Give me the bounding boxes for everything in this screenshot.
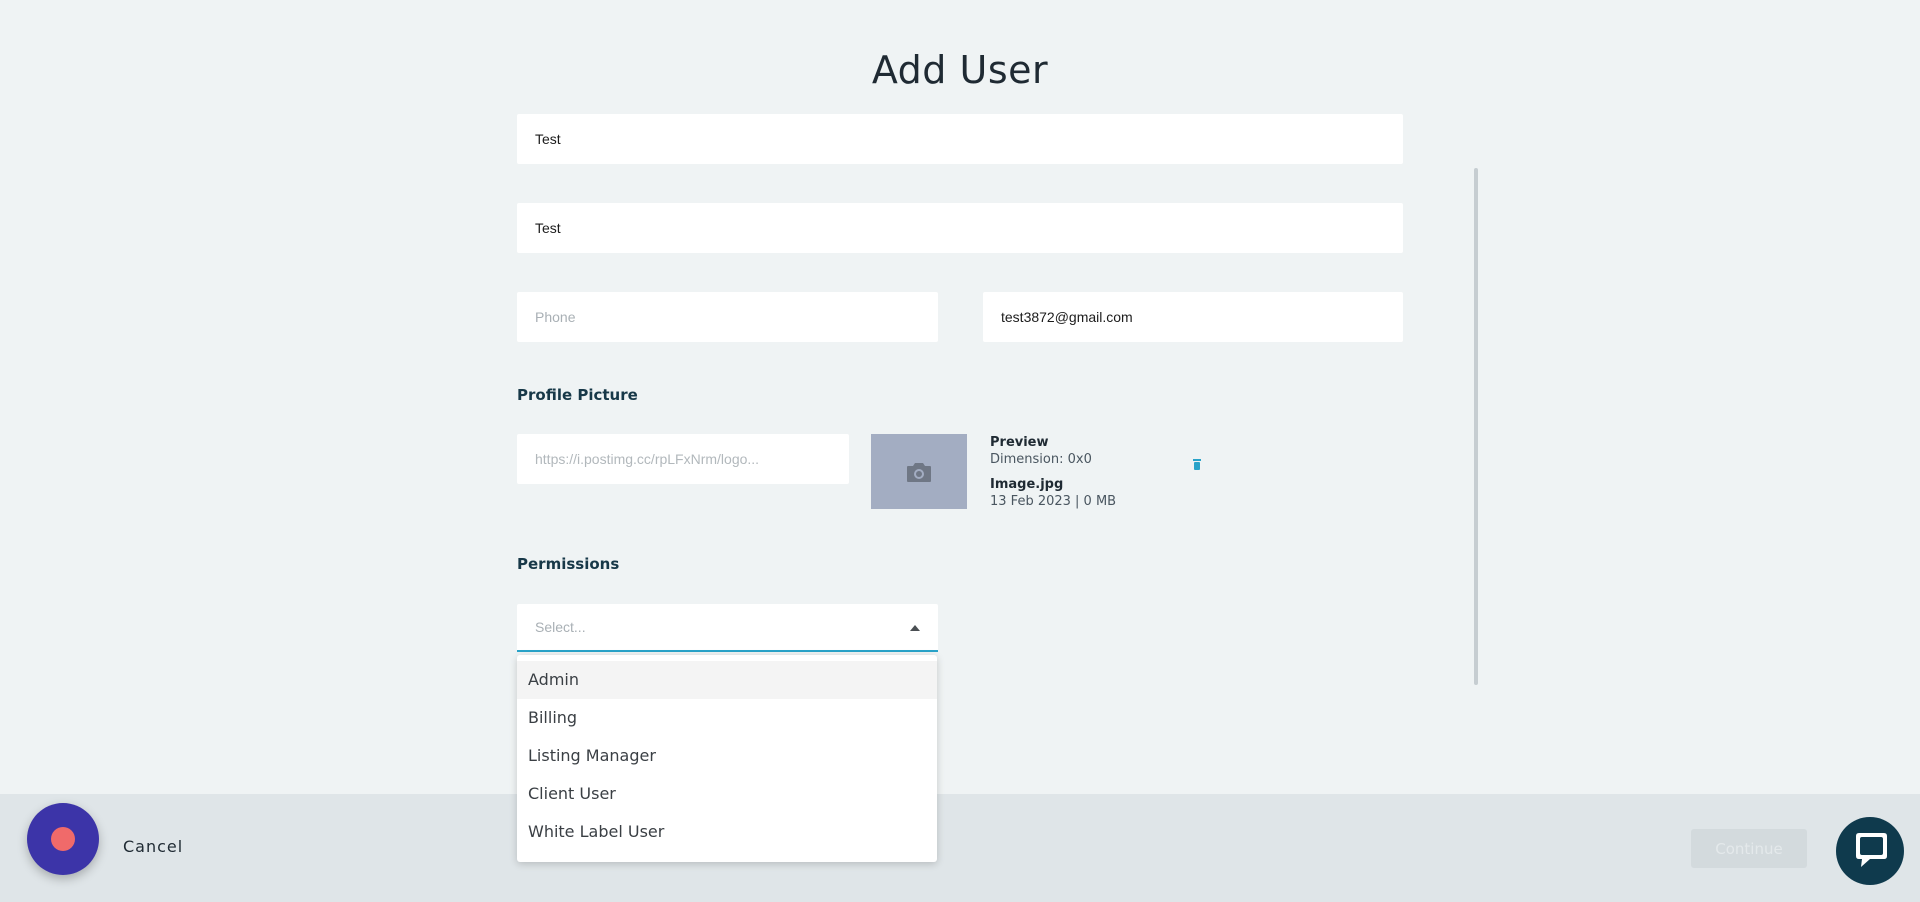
- continue-button[interactable]: Continue: [1691, 829, 1807, 868]
- chat-button[interactable]: [1836, 817, 1904, 885]
- file-name: Image.jpg: [990, 477, 1064, 492]
- record-button[interactable]: [27, 803, 99, 875]
- cancel-button[interactable]: Cancel: [123, 837, 183, 856]
- permission-option-listing-manager[interactable]: Listing Manager: [517, 737, 937, 775]
- phone-field[interactable]: [517, 292, 938, 342]
- trash-icon[interactable]: [1192, 459, 1202, 470]
- permission-option-billing[interactable]: Billing: [517, 699, 937, 737]
- first-name-field[interactable]: [517, 114, 1403, 164]
- permission-option-admin[interactable]: Admin: [517, 661, 937, 699]
- chat-bubble-icon: [1856, 833, 1887, 867]
- record-icon: [51, 827, 75, 851]
- page-title: Add User: [871, 48, 1049, 92]
- permissions-placeholder: Select...: [535, 619, 586, 635]
- permissions-dropdown-menu: Admin Billing Listing Manager Client Use…: [517, 655, 937, 862]
- file-meta: 13 Feb 2023 | 0 MB: [990, 494, 1117, 509]
- form-scrollbar[interactable]: [1474, 168, 1478, 685]
- camera-icon: [907, 462, 931, 482]
- email-field[interactable]: [983, 292, 1403, 342]
- caret-up-icon: [910, 625, 920, 631]
- permissions-select[interactable]: Select...: [517, 604, 938, 652]
- preview-info: Preview Dimension: 0x0 Image.jpg 13 Feb …: [990, 434, 1116, 510]
- last-name-field[interactable]: [517, 203, 1403, 253]
- profile-picture-label: Profile Picture: [517, 386, 638, 404]
- preview-dimension: Dimension: 0x0: [990, 452, 1092, 467]
- permission-option-client-user[interactable]: Client User: [517, 775, 937, 813]
- permission-option-white-label-user[interactable]: White Label User: [517, 813, 937, 851]
- permissions-label: Permissions: [517, 555, 620, 573]
- preview-title: Preview: [990, 435, 1049, 450]
- profile-picture-url-field[interactable]: [517, 434, 849, 484]
- footer-bar: [0, 794, 1920, 902]
- profile-picture-thumbnail[interactable]: [871, 434, 967, 509]
